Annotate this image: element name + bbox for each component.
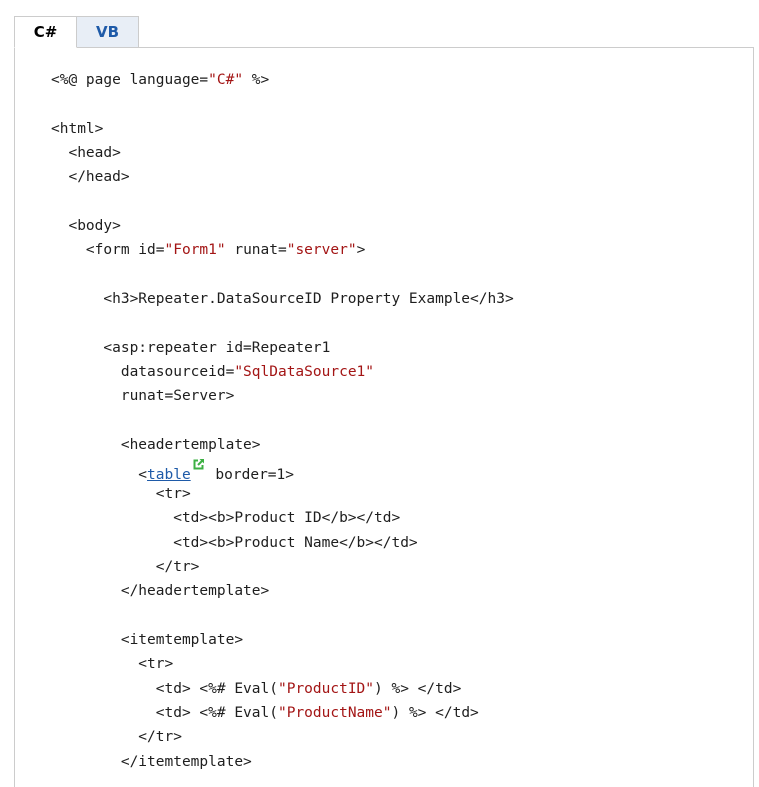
code-line: </itemtemplate> [51,750,514,774]
code-text: <td><b>Product Name</b></td> [51,534,418,551]
code-text: <%@ page language= [51,72,209,88]
code-text: <head> [51,145,121,162]
code-text: %> [243,72,270,88]
code-text: <td> <%# Eval( [51,704,278,721]
code-line: <td><b>Product Name</b></td> [51,531,514,555]
code-string: "ProductName" [277,704,392,721]
code-text: ) %> </td> [374,680,462,697]
code-string: "SqlDataSource1" [234,364,375,381]
code-line: datasourceid="SqlDataSource1" [51,360,514,384]
code-text: < [51,466,148,483]
external-link-icon [193,458,204,469]
tab-vb[interactable]: VB [77,16,139,47]
code-string: "ProductID" [277,680,375,697]
code-text: <tr> [51,656,174,673]
code-line: </tr> [51,555,514,579]
code-line: <body> [51,214,514,238]
code-text: </head> [51,169,130,186]
code-text: <html> [51,120,104,137]
language-tabs: C# VB [14,16,139,48]
code-line: <td> <%# Eval("ProductID") %> </td> [51,677,514,701]
code-block: <%@ page language="C#" %> <html> <head> … [51,68,514,774]
table-element-link[interactable]: table [147,467,191,483]
code-text: <itemtemplate> [51,631,244,648]
code-line: <td><b>Product ID</b></td> [51,506,514,530]
code-line: <headertemplate> [51,433,514,457]
code-text: </itemtemplate> [51,753,252,770]
code-text: > [356,242,366,259]
code-text: <headertemplate> [51,437,261,454]
code-line: </tr> [51,725,514,749]
code-text: <td><b>Product ID</b></td> [51,510,401,527]
tab-csharp[interactable]: C# [14,16,77,48]
code-line: <head> [51,141,514,165]
code-text: border=1> [206,466,294,483]
code-string: "C#" [208,72,244,88]
code-string: "server" [286,242,357,259]
code-line: <itemtemplate> [51,628,514,652]
code-line: <asp:repeater id=Repeater1 [51,336,514,360]
code-line: </headertemplate> [51,579,514,603]
code-text: datasourceid= [51,364,235,381]
code-panel: <%@ page language="C#" %> <html> <head> … [14,47,754,787]
code-text: ) %> </td> [391,704,479,721]
code-text: </headertemplate> [51,583,270,600]
code-text: </tr> [51,558,200,575]
code-line: <h3>Repeater.DataSourceID Property Examp… [51,287,514,311]
code-line: <td> <%# Eval("ProductName") %> </td> [51,701,514,725]
code-text: <tr> [51,485,191,502]
code-text: <body> [51,218,121,235]
code-string: "Form1" [164,242,226,259]
code-line: <tr> [51,482,514,506]
code-text: <form id= [51,242,165,259]
code-text: <asp:repeater id=Repeater1 [51,339,331,356]
code-line: <tr> [51,652,514,676]
code-line: <%@ page language="C#" %> [51,68,514,92]
code-text: runat=Server> [51,388,235,405]
code-text: runat= [225,242,287,259]
code-line: <html> [51,117,514,141]
code-line: runat=Server> [51,384,514,408]
code-line: <form id="Form1" runat="server"> [51,238,514,262]
code-text: <td> <%# Eval( [51,680,278,697]
code-text: <h3>Repeater.DataSourceID Property Examp… [51,291,514,308]
code-line: </head> [51,165,514,189]
code-line: <table border=1> [51,458,514,483]
code-text: </tr> [51,729,182,746]
